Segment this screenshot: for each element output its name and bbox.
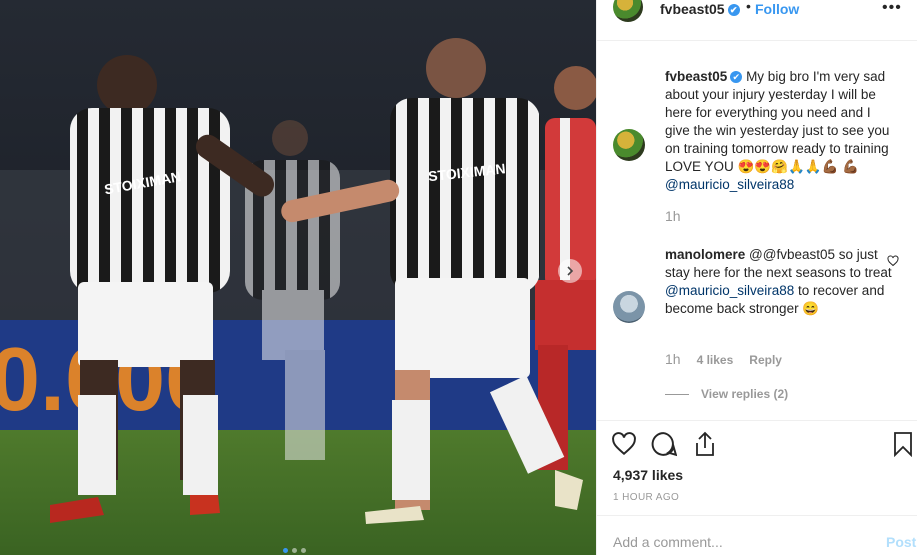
like-comment-heart-icon[interactable] xyxy=(887,255,899,267)
carousel-dot-active xyxy=(283,548,288,553)
comment-mention-link[interactable]: @mauricio_silveira88 xyxy=(665,283,794,298)
post-comment-button[interactable]: Post xyxy=(886,534,916,550)
author-username[interactable]: fvbeast05 ✔ xyxy=(660,1,740,17)
commenter-username[interactable]: manolomere xyxy=(665,247,745,262)
header-separator: • xyxy=(746,0,751,14)
carousel-dot xyxy=(301,548,306,553)
carousel-indicator xyxy=(283,548,306,553)
comment-text-block: manolomere @@fvbeast05 so just stay here… xyxy=(665,246,897,318)
like-heart-icon[interactable] xyxy=(611,431,637,457)
commenter-avatar[interactable] xyxy=(613,291,645,323)
comment-likes[interactable]: 4 likes xyxy=(697,351,734,367)
caption-text-block: fvbeast05 ✔ My big bro I'm very sad about… xyxy=(665,68,897,194)
comment-bubble-icon[interactable] xyxy=(651,431,677,457)
comment-time[interactable]: 1h xyxy=(665,351,681,367)
author-username-text[interactable]: fvbeast05 xyxy=(660,1,725,17)
caption-username[interactable]: fvbeast05 xyxy=(665,69,727,84)
add-comment-divider xyxy=(597,515,917,516)
post-timestamp[interactable]: 1 HOUR AGO xyxy=(613,492,679,503)
post-photo[interactable]: 0.000 STOIXIMAN xyxy=(0,0,596,555)
more-dots-icon[interactable]: ••• xyxy=(882,0,902,17)
header-divider xyxy=(597,40,917,41)
reply-button[interactable]: Reply xyxy=(749,351,782,367)
carousel-dot xyxy=(292,548,297,553)
verified-badge-icon: ✔ xyxy=(730,71,743,83)
post-header: fvbeast05 ✔ • Follow ••• xyxy=(597,0,917,22)
author-avatar[interactable] xyxy=(613,0,643,22)
add-comment-input[interactable] xyxy=(613,534,863,550)
chevron-right-icon xyxy=(567,266,574,276)
share-icon[interactable] xyxy=(693,431,717,457)
view-replies-label[interactable]: View replies (2) xyxy=(701,387,788,401)
caption-meta: 1h xyxy=(665,208,681,224)
follow-button[interactable]: Follow xyxy=(755,1,799,17)
next-photo-button[interactable] xyxy=(558,259,582,283)
view-replies-button[interactable]: View replies (2) xyxy=(665,387,788,401)
actions-divider xyxy=(597,420,917,421)
replies-line xyxy=(665,393,689,395)
action-bar xyxy=(597,431,917,459)
bookmark-icon[interactable] xyxy=(893,431,913,457)
comment-meta: 1h 4 likes Reply xyxy=(665,351,782,367)
caption-time[interactable]: 1h xyxy=(665,208,681,224)
football-players-image: 0.000 STOIXIMAN xyxy=(0,0,596,555)
post-side-panel: fvbeast05 ✔ • Follow ••• fvbeast05 ✔ My bi… xyxy=(596,0,917,555)
verified-badge-icon: ✔ xyxy=(727,4,740,16)
instagram-post: 0.000 STOIXIMAN xyxy=(0,0,917,555)
post-likes-count[interactable]: 4,937 likes xyxy=(613,467,683,483)
caption-author-avatar[interactable] xyxy=(613,129,645,161)
